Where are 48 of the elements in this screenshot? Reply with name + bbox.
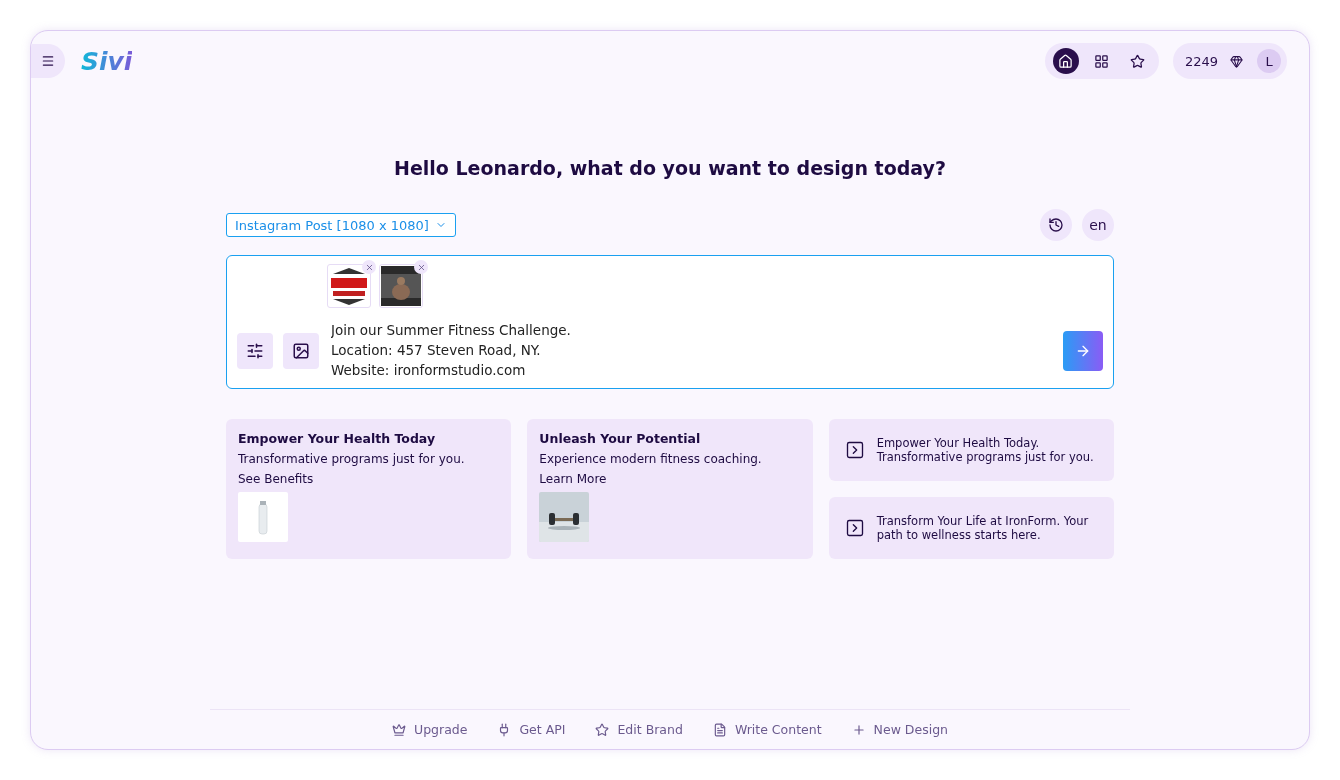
credit-count: 2249: [1184, 53, 1218, 69]
card-text: Empower Your Health Today. Transformative programs just for you.: [876, 436, 1095, 464]
menu-button[interactable]: [31, 44, 65, 78]
star-icon: [1130, 53, 1146, 69]
grid-icon: [1094, 53, 1110, 69]
card-title: Empower Your Health Today: [238, 431, 437, 446]
home-icon: [1058, 53, 1074, 69]
home-button[interactable]: [1052, 48, 1079, 74]
arrow-right-icon: [1075, 343, 1091, 359]
star-icon: [595, 722, 610, 737]
send-button[interactable]: [1063, 331, 1103, 371]
crown-icon: [392, 722, 406, 737]
prompt-icon: [844, 440, 865, 460]
prompt-field[interactable]: Join our Summer Fitness Challenge. Location: 457 Steven Road, NY. Website: ironformstudio.com: [226, 255, 1114, 389]
suggestion-card[interactable]: Unleash Your Potential Experience modern fitness coaching. Learn More: [527, 419, 813, 559]
text-suggestion-card[interactable]: Transform Your Life at IronForm. Your path to wellness starts here.: [828, 497, 1114, 559]
prompt-icon: [844, 518, 865, 538]
plus-icon: [851, 722, 866, 737]
greeting-heading: Hello Leonardo, what do you want to design today?: [393, 157, 947, 179]
close-icon: [364, 262, 374, 272]
footer-link[interactable]: Get API: [497, 722, 566, 737]
format-dropdown[interactable]: Instagram Post [1080 x 1080]: [226, 213, 456, 237]
menu-icon: [41, 54, 55, 68]
card-link[interactable]: See Benefits: [238, 472, 500, 486]
footer-link[interactable]: Edit Brand: [595, 722, 683, 737]
settings-button[interactable]: [237, 333, 273, 369]
card-text: Transformative programs just for you.: [238, 452, 466, 466]
footer-link[interactable]: Write Content: [712, 722, 822, 737]
text-suggestion-card[interactable]: Empower Your Health Today. Transformative programs just for you.: [828, 419, 1114, 481]
card-title: Unleash Your Potential: [539, 431, 702, 446]
footer-link[interactable]: Upgrade: [392, 722, 468, 737]
remove-button[interactable]: [414, 260, 428, 274]
image-icon: [292, 342, 310, 360]
history-button[interactable]: [1040, 209, 1072, 241]
doc-icon: [712, 722, 727, 737]
close-icon: [416, 262, 426, 272]
avatar[interactable]: L: [1257, 49, 1281, 73]
language-button[interactable]: en: [1082, 209, 1114, 241]
prompt-text[interactable]: Join our Summer Fitness Challenge. Location: 457 Steven Road, NY. Website: ironformstudio.com: [331, 320, 1053, 382]
image-button[interactable]: [283, 333, 319, 369]
history-icon: [1048, 217, 1064, 233]
suggestion-card[interactable]: Empower Your Health Today Transformative programs just for you. See Benefits: [226, 419, 512, 559]
sliders-icon: [246, 342, 264, 360]
card-text: Transform Your Life at IronForm. Your path to wellness starts here.: [876, 514, 1090, 542]
card-link[interactable]: Learn More: [539, 472, 801, 486]
gem-icon: [1230, 54, 1243, 68]
card-text: Experience modern fitness coaching.: [539, 452, 763, 466]
footer-link[interactable]: New Design: [851, 722, 948, 737]
